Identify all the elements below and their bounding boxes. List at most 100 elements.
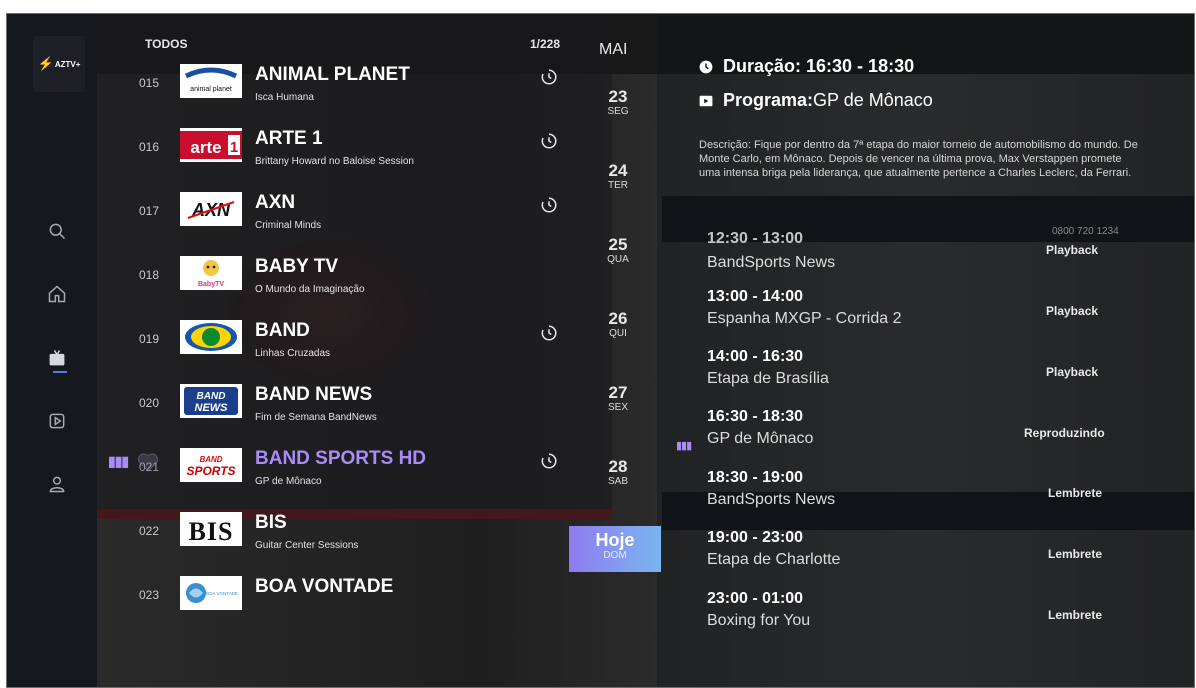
- epg-title: Etapa de Charlotte: [707, 551, 841, 568]
- channel-row[interactable]: 015 animal planet ANIMAL PLANET Isca Hum…: [97, 52, 567, 116]
- date-item[interactable]: 23 SEG: [598, 88, 638, 118]
- program-title: Programa: GP de Mônaco: [699, 90, 933, 111]
- category-label[interactable]: TODOS: [145, 37, 187, 51]
- app-logo: ⚡ AZTV+: [33, 36, 85, 92]
- svg-text:BAND: BAND: [199, 455, 222, 464]
- channel-logo: animal planet: [180, 64, 242, 98]
- date-item[interactable]: 26 QUI: [598, 310, 638, 340]
- channel-row[interactable]: 023 BOA VONTADE BOA VONTADE: [97, 564, 567, 628]
- date-item[interactable]: 24 TER: [598, 162, 638, 192]
- channel-name: ANIMAL PLANET: [255, 64, 410, 85]
- today-weekday: DOM: [603, 550, 627, 561]
- user-icon[interactable]: [45, 472, 69, 496]
- tv-icon[interactable]: [45, 346, 69, 370]
- channel-number: 022: [139, 524, 160, 538]
- selected-indicator-icon: ▮▮▮: [108, 453, 129, 469]
- catchup-clock-icon: [540, 324, 558, 342]
- channel-number: 017: [139, 204, 160, 218]
- channel-logo: BOA VONTADE: [180, 576, 242, 610]
- channel-row-selected[interactable]: ▮▮▮ 021 BAND SPORTS BAND SPORTS HD GP de …: [97, 436, 567, 500]
- channel-name: BOA VONTADE: [255, 576, 394, 597]
- catchup-clock-icon: [540, 132, 558, 150]
- channel-row[interactable]: 016 arte 1 ARTE 1 Brittany Howard no Balo…: [97, 116, 567, 180]
- playback-button[interactable]: Playback: [1046, 304, 1098, 318]
- epg-time: 13:00 - 14:00: [707, 288, 804, 305]
- epg-time: 14:00 - 16:30: [707, 348, 804, 365]
- channel-logo: [180, 320, 242, 354]
- channel-logo: BAND SPORTS: [180, 448, 242, 482]
- catchup-clock-icon: [540, 68, 558, 86]
- channel-program: Linhas Cruzadas: [255, 348, 331, 359]
- catchup-clock-icon: [540, 452, 558, 470]
- channel-row[interactable]: 019 BAND Linhas Cruzadas: [97, 308, 567, 372]
- channel-number: 020: [139, 396, 160, 410]
- channel-number: 015: [139, 76, 160, 90]
- reminder-button[interactable]: Lembrete: [1048, 547, 1102, 561]
- svg-text:BAND: BAND: [197, 391, 226, 402]
- playing-status: Reproduzindo: [1024, 426, 1105, 440]
- reminder-button[interactable]: Lembrete: [1048, 608, 1102, 622]
- play-box-icon: [699, 95, 713, 106]
- catchup-clock-icon: [540, 196, 558, 214]
- date-item[interactable]: 25 QUA: [598, 236, 638, 266]
- date-weekday: QUI: [609, 328, 627, 339]
- date-number: 26: [608, 309, 628, 328]
- channel-row[interactable]: 018 BabyTV BABY TV O Mundo da Imaginação: [97, 244, 567, 308]
- channel-number: 021: [139, 460, 160, 474]
- channel-name: AXN: [255, 192, 296, 213]
- channel-name: BIS: [255, 512, 287, 533]
- epg-title: GP de Mônaco: [707, 430, 814, 447]
- now-playing-icon: ▮▮▮: [676, 440, 692, 452]
- date-number: 23: [608, 87, 628, 106]
- svg-text:BOA VONTADE: BOA VONTADE: [206, 591, 238, 596]
- program-description: Descrição: Fique por dentro da 7ª etapa …: [699, 139, 1138, 179]
- channel-name: BAND NEWS: [255, 384, 373, 405]
- channel-row[interactable]: 022 BIS BIS Guitar Center Sessions: [97, 500, 567, 564]
- svg-text:NEWS: NEWS: [195, 402, 229, 414]
- channel-name: BAND SPORTS HD: [255, 448, 427, 469]
- channel-number: 016: [139, 140, 160, 154]
- date-weekday: SEX: [607, 402, 628, 413]
- channel-row[interactable]: 017 AXN AXN Criminal Minds: [97, 180, 567, 244]
- reminder-button[interactable]: Lembrete: [1048, 486, 1102, 500]
- channel-program: Criminal Minds: [255, 220, 322, 231]
- app-frame: 0800 720 1234 ⚡ AZTV+ TODOS 1/228 015 ani…: [6, 13, 1195, 688]
- epg-item[interactable]: 12:30 - 13:00 BandSports News: [707, 230, 1107, 290]
- date-item[interactable]: 27 SEX: [598, 384, 638, 414]
- channel-number: 023: [139, 588, 160, 602]
- epg-item[interactable]: 18:30 - 19:00 BandSports News: [707, 469, 1107, 527]
- program-duration: Duração: 16:30 - 18:30: [699, 56, 914, 77]
- channel-number: 018: [139, 268, 160, 282]
- play-square-icon[interactable]: [45, 409, 69, 433]
- date-number: 27: [608, 383, 628, 402]
- channel-program: Fim de Semana BandNews: [255, 412, 377, 423]
- channel-program: Guitar Center Sessions: [255, 540, 359, 551]
- search-icon[interactable]: [45, 219, 69, 243]
- bolt-icon: ⚡: [37, 56, 54, 71]
- home-icon[interactable]: [45, 282, 69, 306]
- svg-text:animal planet: animal planet: [190, 86, 232, 93]
- epg-time: 19:00 - 23:00: [707, 529, 804, 546]
- epg-item[interactable]: 19:00 - 23:00 Etapa de Charlotte: [707, 529, 1107, 587]
- date-item-today[interactable]: Hoje DOM: [569, 526, 661, 572]
- date-weekday: TER: [608, 180, 628, 191]
- epg-title: Boxing for You: [707, 612, 811, 629]
- channel-logo: arte 1: [180, 128, 242, 162]
- svg-text:BabyTV: BabyTV: [198, 281, 224, 288]
- channel-logo: AXN: [180, 192, 242, 226]
- date-item[interactable]: 28 SAB: [598, 458, 638, 488]
- channel-row[interactable]: 020 BAND NEWS BAND NEWS Fim de Semana Ban…: [97, 372, 567, 436]
- channel-program: Isca Humana: [255, 92, 314, 103]
- epg-time: 18:30 - 19:00: [707, 469, 804, 486]
- channel-counter: 1/228: [530, 37, 561, 51]
- clock-icon: [699, 60, 713, 73]
- playback-button[interactable]: Playback: [1046, 365, 1098, 379]
- playback-button[interactable]: Playback: [1046, 243, 1098, 257]
- date-weekday: QUA: [607, 254, 629, 265]
- channel-name: BAND: [255, 320, 310, 341]
- epg-item[interactable]: 23:00 - 01:00 Boxing for You: [707, 590, 1107, 648]
- epg-time: 23:00 - 01:00: [707, 590, 804, 607]
- channel-number: 019: [139, 332, 160, 346]
- date-number: 28: [608, 457, 628, 476]
- today-label: Hoje: [595, 530, 635, 550]
